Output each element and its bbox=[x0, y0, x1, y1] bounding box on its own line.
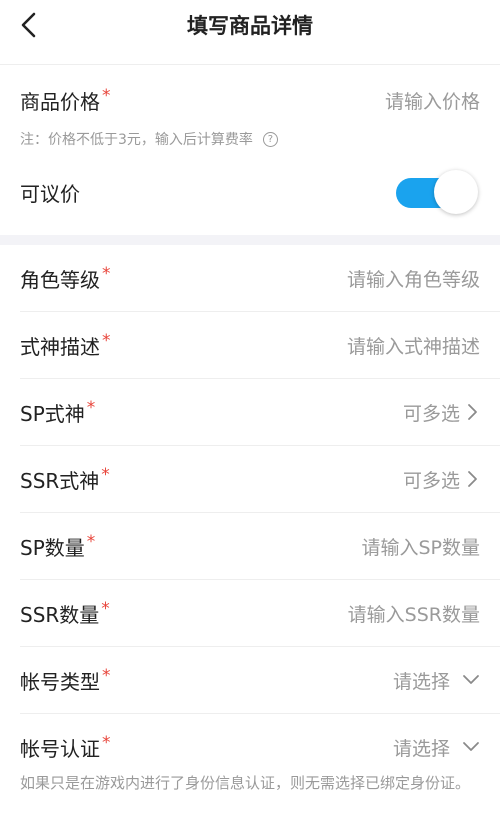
field-label: SP式神 bbox=[20, 401, 85, 426]
field-row[interactable]: SP式神 * 可多选 bbox=[20, 379, 500, 446]
field-label-wrap: SP式神 * bbox=[20, 398, 95, 427]
field-picker[interactable]: 可多选 bbox=[403, 466, 460, 493]
field-value-wrap[interactable]: 请输入SSR数量 bbox=[348, 600, 480, 627]
required-mark: * bbox=[102, 732, 111, 753]
field-row[interactable]: 帐号认证 * 请选择 bbox=[20, 714, 500, 780]
back-arrow-icon[interactable] bbox=[18, 12, 42, 40]
field-row[interactable]: 帐号类型 * 请选择 bbox=[20, 647, 500, 714]
page-title: 填写商品详情 bbox=[187, 14, 313, 38]
price-label: 商品价格 bbox=[20, 89, 100, 114]
field-row[interactable]: SP数量 * 请输入SP数量 bbox=[20, 513, 500, 580]
field-value-wrap[interactable]: 请输入角色等级 bbox=[347, 265, 480, 292]
field-label: 式神描述 bbox=[20, 334, 100, 359]
field-input[interactable]: 请输入角色等级 bbox=[347, 265, 480, 292]
field-label-wrap: 式神描述 * bbox=[20, 331, 111, 360]
field-label: 帐号认证 bbox=[20, 736, 100, 761]
field-label: 角色等级 bbox=[20, 267, 100, 292]
section-gap bbox=[0, 235, 500, 245]
required-mark: * bbox=[86, 531, 96, 552]
field-picker[interactable]: 请选择 bbox=[393, 667, 450, 694]
required-mark: * bbox=[86, 397, 96, 418]
field-picker[interactable]: 请选择 bbox=[393, 734, 450, 761]
field-value-wrap[interactable]: 请选择 bbox=[393, 667, 480, 694]
field-value-wrap[interactable]: 请输入式神描述 bbox=[347, 332, 480, 359]
chevron-down-icon bbox=[463, 742, 479, 751]
detail-fields-list: 角色等级 * 请输入角色等级 式神描述 * 请输入式神描述 SP式神 * 可多选 SSR式神 * 可多… bbox=[0, 245, 500, 780]
field-value-wrap[interactable]: 可多选 bbox=[403, 466, 480, 493]
field-label: SSR式神 bbox=[20, 468, 100, 493]
field-row[interactable]: SSR数量 * 请输入SSR数量 bbox=[20, 580, 500, 647]
field-label-wrap: 角色等级 * bbox=[20, 264, 111, 293]
required-mark: * bbox=[102, 665, 111, 686]
toggle-knob bbox=[434, 170, 478, 214]
field-row[interactable]: SSR式神 * 可多选 bbox=[20, 446, 500, 513]
field-input[interactable]: 请输入SSR数量 bbox=[348, 600, 480, 627]
price-label-wrap: 商品价格 * bbox=[20, 86, 111, 115]
required-mark: * bbox=[101, 598, 110, 619]
field-picker[interactable]: 可多选 bbox=[403, 399, 460, 426]
chevron-right-icon bbox=[468, 404, 477, 420]
field-row[interactable]: 角色等级 * 请输入角色等级 bbox=[20, 245, 500, 312]
field-input[interactable]: 请输入式神描述 bbox=[347, 332, 480, 359]
required-mark: * bbox=[101, 464, 110, 485]
field-label-wrap: SP数量 * bbox=[20, 532, 95, 561]
field-row[interactable]: 式神描述 * 请输入式神描述 bbox=[20, 312, 500, 379]
field-value-wrap[interactable]: 可多选 bbox=[403, 399, 480, 426]
field-label-wrap: 帐号类型 * bbox=[20, 666, 111, 695]
chevron-right-icon bbox=[468, 471, 477, 487]
price-input[interactable]: 请输入价格 bbox=[385, 87, 480, 114]
required-mark: * bbox=[102, 263, 111, 284]
field-label-wrap: SSR数量 * bbox=[20, 599, 110, 628]
negotiable-row: 可议价 bbox=[0, 149, 500, 235]
header-bar: 填写商品详情 bbox=[0, 0, 500, 64]
field-label: SSR数量 bbox=[20, 602, 100, 627]
field-value-wrap[interactable]: 请选择 bbox=[393, 734, 480, 761]
required-mark: * bbox=[102, 330, 111, 351]
field-label-wrap: SSR式神 * bbox=[20, 465, 110, 494]
field-label-wrap: 帐号认证 * bbox=[20, 733, 111, 762]
field-label: SP数量 bbox=[20, 535, 85, 560]
field-input[interactable]: 请输入SP数量 bbox=[361, 533, 480, 560]
price-row[interactable]: 商品价格 * 请输入价格 bbox=[0, 65, 500, 135]
chevron-down-icon bbox=[463, 675, 479, 684]
negotiable-label: 可议价 bbox=[20, 181, 80, 206]
required-mark: * bbox=[102, 85, 111, 106]
field-value-wrap[interactable]: 请输入SP数量 bbox=[361, 533, 480, 560]
field-label: 帐号类型 bbox=[20, 669, 100, 694]
negotiable-toggle[interactable] bbox=[396, 170, 480, 214]
